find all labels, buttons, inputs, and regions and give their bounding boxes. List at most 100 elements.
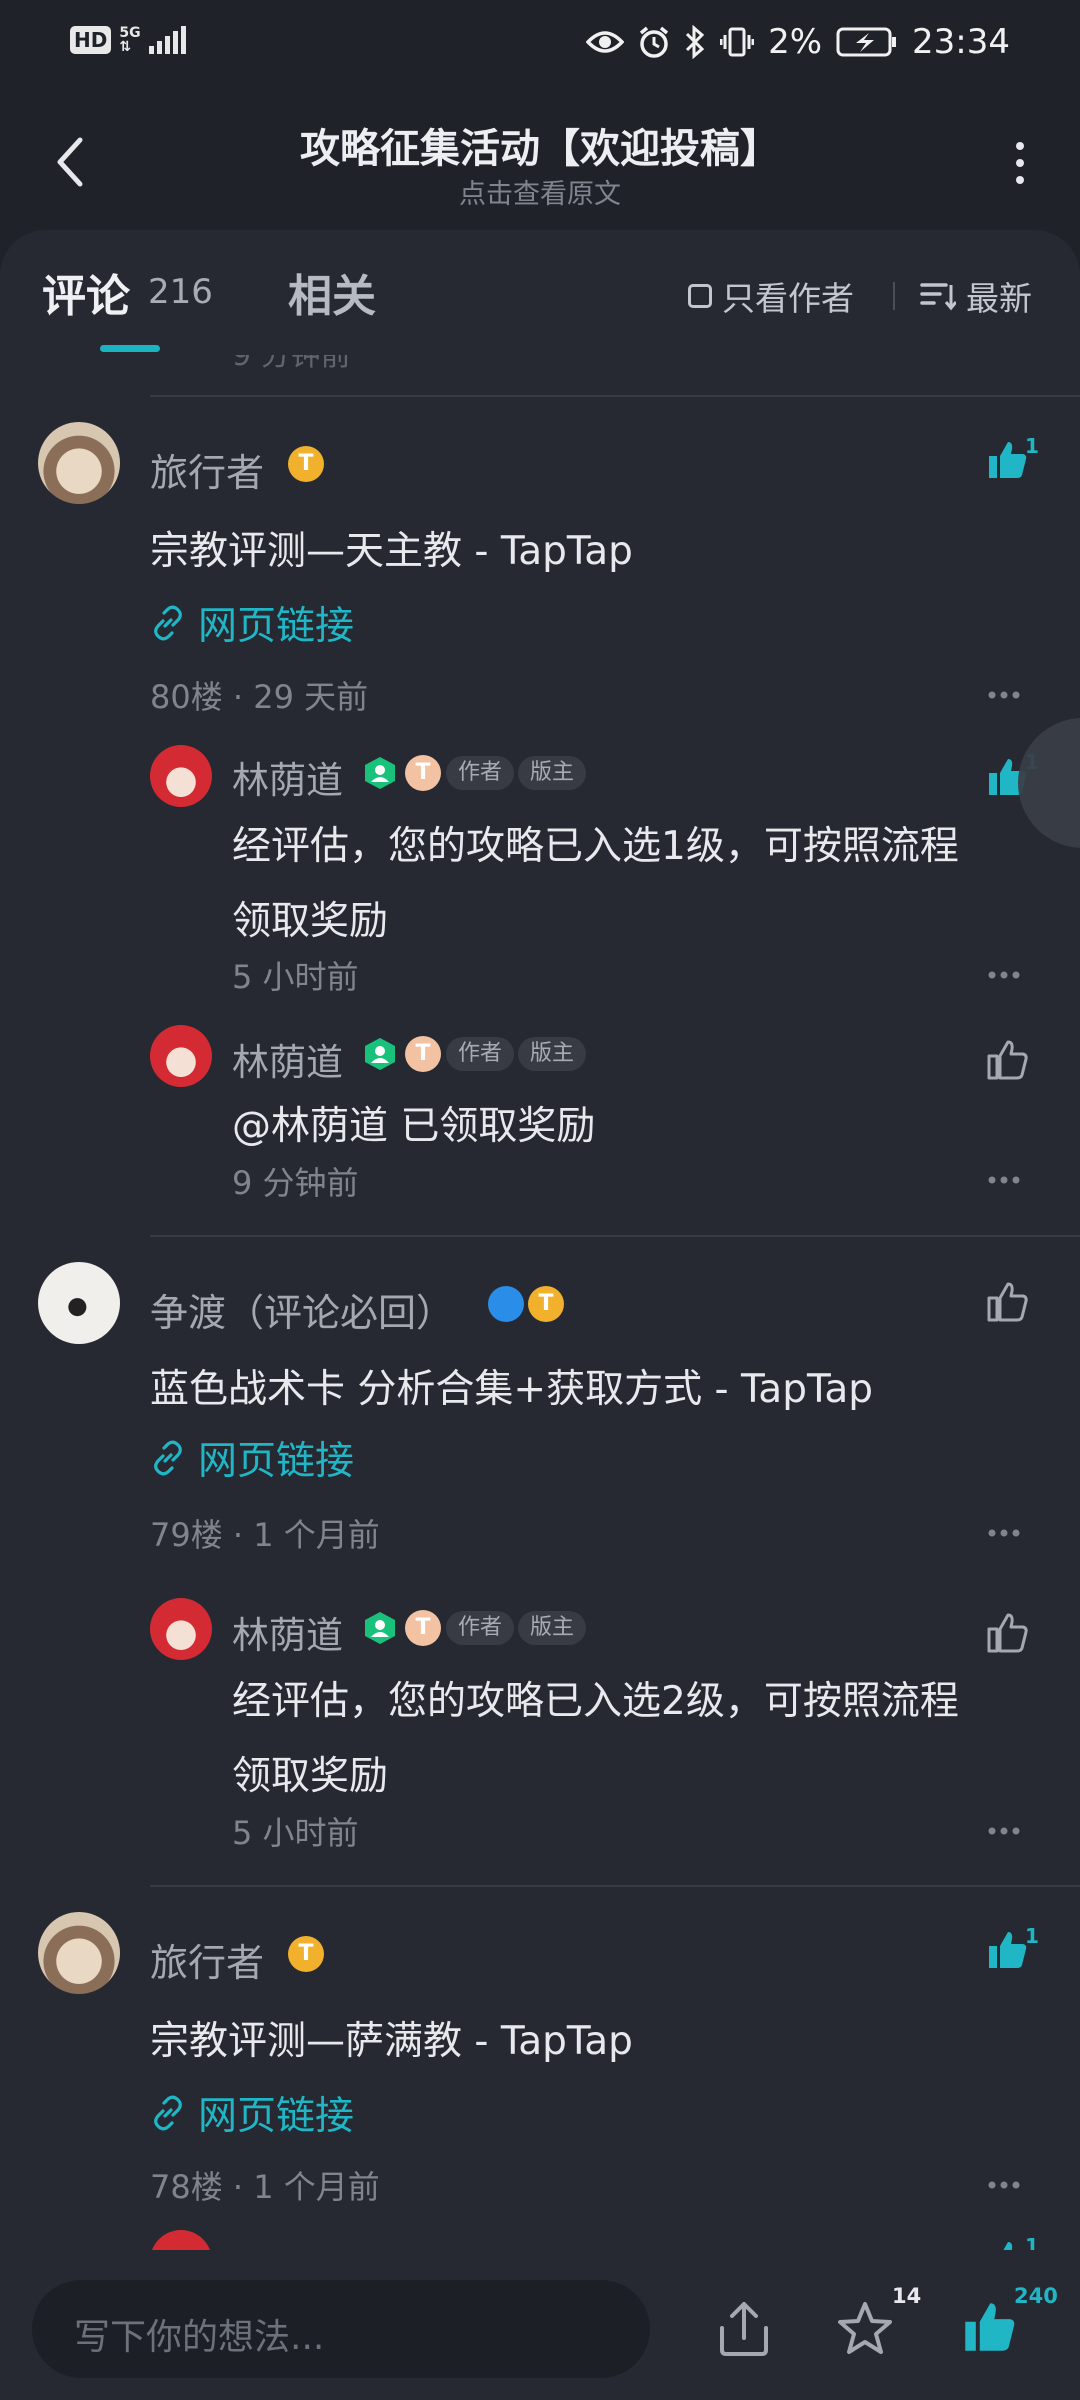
- sort-icon: [920, 283, 956, 311]
- like-icon[interactable]: [960, 2298, 1018, 2356]
- comments-sheet: 评论 216 相关 只看作者 最新 9 分钟前 旅行者 T 1 宗教评测—天主教…: [0, 230, 1080, 2400]
- signal-icon: [148, 26, 186, 54]
- reply-text: @林荫道 已领取奖励: [232, 1104, 596, 1149]
- like-icon[interactable]: [985, 1928, 1029, 1972]
- view-original-link[interactable]: 点击查看原文: [0, 172, 1080, 211]
- tab-bar: 评论 216 相关 只看作者 最新: [0, 230, 1080, 355]
- link-icon: [154, 2095, 182, 2131]
- comments-count: 216: [148, 272, 213, 312]
- more-horizontal-icon[interactable]: [987, 690, 1021, 700]
- likes-count: 240: [1014, 2284, 1058, 2308]
- comment-meta: 80楼 · 29 天前: [150, 678, 369, 716]
- web-link-label: 网页链接: [198, 604, 355, 649]
- status-bar: HD 5G ⇅ 2% 23:34: [0, 0, 1080, 90]
- link-icon: [154, 605, 182, 641]
- reply-time: 5 小时前: [232, 958, 359, 996]
- favorites-count: 14: [892, 2284, 922, 2308]
- more-horizontal-icon[interactable]: [987, 2180, 1021, 2190]
- avatar[interactable]: [150, 1025, 212, 1087]
- moderator-badge: 版主: [518, 756, 587, 790]
- like-icon[interactable]: [985, 1038, 1029, 1082]
- level-badge: T: [528, 1286, 564, 1322]
- verified-user-icon: [365, 1612, 395, 1644]
- comment-author[interactable]: 争渡（评论必回）: [150, 1282, 454, 1337]
- level-badge: T: [405, 755, 441, 791]
- reply-time: 9 分钟前: [232, 1164, 359, 1202]
- reply-text: 经评估，您的攻略已入选1级，可按照流程: [232, 824, 959, 869]
- more-vertical-icon[interactable]: [1010, 138, 1030, 188]
- moderator-badge: 版主: [518, 1037, 587, 1071]
- separator: [150, 1235, 1080, 1237]
- like-icon[interactable]: [985, 985, 1029, 1029]
- like-icon[interactable]: [985, 438, 1029, 482]
- like-count: 1: [1025, 1924, 1039, 1948]
- web-link[interactable]: 网页链接: [150, 595, 354, 651]
- tab-related[interactable]: 相关: [288, 260, 376, 324]
- level-badge: T: [288, 446, 324, 482]
- page-title: 攻略征集活动【欢迎投稿】: [300, 126, 780, 172]
- reply-text: 领取奖励: [232, 1754, 389, 1799]
- alarm-icon: [639, 26, 669, 58]
- bluetooth-icon: [686, 25, 705, 59]
- share-icon[interactable]: [716, 2298, 772, 2358]
- level-badge: T: [405, 1036, 441, 1072]
- reply-text: 领取奖励: [232, 899, 389, 944]
- battery-percent: 2%: [768, 22, 823, 62]
- web-link-label: 网页链接: [198, 2094, 355, 2139]
- comment-text: 宗教评测—天主教 - TapTap: [150, 529, 633, 574]
- comment-author[interactable]: 旅行者: [150, 1932, 264, 1987]
- reply-time: 5 小时前: [232, 1814, 359, 1852]
- more-horizontal-icon[interactable]: [987, 970, 1021, 980]
- reply-author[interactable]: 林荫道: [232, 1032, 343, 1086]
- comment-text: 蓝色战术卡 分析合集+获取方式 - TapTap: [150, 1367, 873, 1412]
- sort-label: 最新: [966, 279, 1032, 318]
- comment-meta: 78楼 · 1 个月前: [150, 2168, 380, 2206]
- link-icon: [154, 1440, 182, 1476]
- more-horizontal-icon[interactable]: [987, 1528, 1021, 1538]
- comment-list[interactable]: 9 分钟前 旅行者 T 1 宗教评测—天主教 - TapTap 网页链接 80楼…: [0, 230, 1080, 2400]
- tab-comments[interactable]: 评论: [42, 260, 130, 324]
- bottom-bar: 写下你的想法... 14 240: [0, 2250, 1080, 2400]
- avatar[interactable]: [38, 422, 120, 504]
- active-tab-indicator: [100, 345, 160, 352]
- header: 攻略征集活动【欢迎投稿】 点击查看原文: [0, 100, 1080, 230]
- more-horizontal-icon[interactable]: [987, 1826, 1021, 1836]
- verified-user-icon: [365, 1038, 395, 1070]
- author-badge: 作者: [446, 756, 515, 790]
- author-badge: 作者: [446, 1037, 515, 1071]
- sort-button[interactable]: 最新: [920, 272, 1032, 320]
- level-badge: T: [288, 1936, 324, 1972]
- reply-text: 经评估，您的攻略已入选2级，可按照流程: [232, 1679, 959, 1724]
- eye-icon: [586, 31, 625, 53]
- more-horizontal-icon[interactable]: [987, 1175, 1021, 1185]
- like-icon[interactable]: [985, 1280, 1029, 1324]
- web-link[interactable]: 网页链接: [150, 2085, 354, 2141]
- separator: [150, 395, 1080, 397]
- author-badge: 作者: [446, 1611, 515, 1645]
- like-icon[interactable]: [985, 1611, 1029, 1655]
- hd-indicator: HD: [70, 26, 112, 54]
- like-count: 1: [1025, 434, 1039, 458]
- status-left: HD 5G ⇅: [70, 26, 186, 54]
- avatar[interactable]: [38, 1912, 120, 1994]
- avatar[interactable]: [38, 1262, 120, 1344]
- avatar[interactable]: [150, 745, 212, 807]
- clock: 23:34: [912, 22, 1010, 62]
- level-badge: T: [405, 1610, 441, 1646]
- star-icon[interactable]: [836, 2300, 894, 2358]
- gamer-badge-icon: [488, 1286, 524, 1322]
- checkbox-icon[interactable]: [688, 284, 712, 308]
- divider: [893, 282, 895, 310]
- comment-input[interactable]: 写下你的想法...: [32, 2280, 650, 2378]
- reply-author[interactable]: 林荫道: [232, 750, 343, 804]
- only-author-toggle[interactable]: 只看作者: [688, 272, 854, 320]
- reply-author[interactable]: 林荫道: [232, 1605, 343, 1659]
- moderator-badge: 版主: [518, 1611, 587, 1645]
- avatar[interactable]: [150, 1598, 212, 1660]
- comment-author[interactable]: 旅行者: [150, 442, 264, 497]
- status-right: 2% 23:34: [586, 22, 1010, 62]
- web-link[interactable]: 网页链接: [150, 1430, 354, 1486]
- web-link-label: 网页链接: [198, 1439, 355, 1484]
- only-author-label: 只看作者: [722, 279, 854, 318]
- comment-input-placeholder: 写下你的想法...: [74, 2317, 325, 2358]
